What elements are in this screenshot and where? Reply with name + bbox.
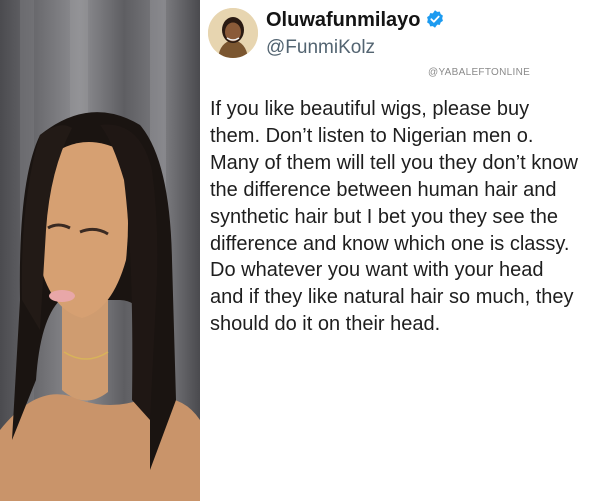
tweet-card: Oluwafunmilayo @FunmiKolz @YABALEFTONLIN… (200, 0, 590, 501)
display-name[interactable]: Oluwafunmilayo (266, 9, 445, 32)
tweet-text: If you like beautiful wigs, please buy t… (210, 96, 582, 338)
mannequin-illustration (0, 0, 200, 501)
verified-badge-icon (427, 10, 444, 28)
avatar[interactable] (208, 8, 258, 58)
tweet-paragraph-2: Do whatever you want with your head and … (210, 259, 574, 336)
display-name-text: Oluwafunmilayo (266, 9, 421, 31)
wig-mannequin-photo (0, 0, 200, 501)
watermark: @YABALEFTONLINE (428, 67, 531, 78)
tweet-paragraph-1: If you like beautiful wigs, please buy t… (210, 98, 578, 255)
profile-picture (208, 8, 258, 58)
username-handle[interactable]: @FunmiKolz (266, 37, 375, 59)
